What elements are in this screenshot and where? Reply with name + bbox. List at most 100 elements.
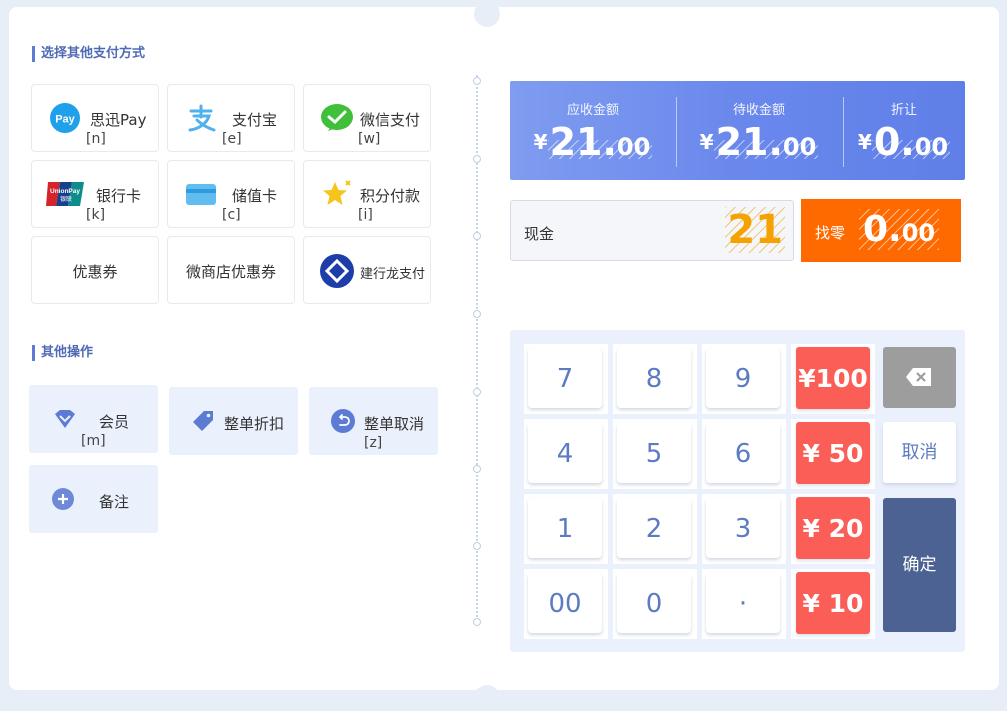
pending-label: 待收金额 [732,103,785,118]
key-00-button[interactable]: 00 [528,573,602,633]
cash-label: 现金 [524,225,555,243]
amount-dec: 00 [914,133,949,161]
points-star-icon [323,180,351,205]
xunpay-icon: Pay [50,103,80,133]
plus-circle-icon [52,488,74,510]
key-cell: 4 [524,419,608,489]
pay-bankcard-button[interactable]: UnionPay 银联 银行卡 [k] [31,160,159,228]
key-4-button[interactable]: 4 [528,423,602,483]
shortcut-key: [z] [364,435,383,451]
member-button[interactable]: 会员 [m] [29,385,158,453]
pay-label: 银行卡 [96,187,142,205]
svg-text:UnionPay: UnionPay [50,188,80,195]
op-label: 备注 [99,493,130,511]
key-cell: 8 [613,344,697,414]
currency-symbol: ¥ [857,130,872,154]
pay-wechat-button[interactable]: 微信支付 [w] [303,84,431,152]
shortcut-key: [c] [222,207,241,223]
key-cell: 7 [524,344,608,414]
pending-value: ¥21.00 [676,120,842,164]
op-label: 整单取消 [364,415,425,433]
op-label: 会员 [99,413,130,431]
change-label: 找零 [815,224,846,242]
pay-coupon-button[interactable]: 优惠券 [31,236,159,304]
pay-label: 微信支付 [360,111,421,129]
pay-storedcard-button[interactable]: 储值卡 [c] [167,160,295,228]
key-cell: 00 [524,569,608,639]
key-6-button[interactable]: 6 [706,423,780,483]
svg-text:银联: 银联 [60,195,72,203]
pay-alipay-button[interactable]: 支付宝 [e] [167,84,295,152]
divider-dot [473,542,481,550]
stored-value-card-icon [186,184,216,205]
pay-ccb-button[interactable]: 建行龙支付 [303,236,431,304]
pay-label: 思迅Pay [90,111,147,129]
key-8-button[interactable]: 8 [617,348,691,408]
confirm-button[interactable]: 确定 [883,498,956,632]
order-cancel-button[interactable]: 整单取消 [z] [309,387,438,455]
pay-points-button[interactable]: 积分付款 [i] [303,160,431,228]
pay-label: 微商店优惠券 [185,263,276,281]
key-9-button[interactable]: 9 [706,348,780,408]
discount-tag-icon [193,411,213,431]
backspace-button[interactable] [883,347,956,408]
divider-dot [473,232,481,240]
key-cell: 5 [613,419,697,489]
cash-input[interactable]: 现金 21 [510,200,794,261]
pay-label: 支付宝 [232,111,278,129]
amount-dec: 00 [901,219,936,247]
divider-dot [473,155,481,163]
pay-microshop-coupon-button[interactable]: 微商店优惠券 [167,236,295,304]
key-7-button[interactable]: 7 [528,348,602,408]
pay-label: 储值卡 [232,187,278,205]
key-cell: 1 [524,494,608,564]
amount-summary: 应收金额 ¥21.00 待收金额 ¥21.00 折让 ¥0.00 [510,81,965,180]
currency-symbol: ¥ [533,130,548,154]
op-label: 整单折扣 [224,415,285,433]
discount-amount: 折让 ¥0.00 [843,81,965,180]
key-cell: 3 [702,494,786,564]
undo-circle-icon [331,409,355,433]
shortcut-key: [k] [86,207,106,223]
currency-symbol: ¥ [699,130,714,154]
pay-methods-title: 选择其他支付方式 [32,46,145,62]
key-cell: 9 [702,344,786,414]
key-dot-button[interactable]: · [706,573,780,633]
discount-label: 折让 [890,103,917,118]
amount-dec: 00 [782,133,817,161]
divider-dot [473,388,481,396]
order-discount-button[interactable]: 整单折扣 [169,387,298,455]
key-2-button[interactable]: 2 [617,498,691,558]
quick-20-button[interactable]: ¥ 20 [796,497,870,559]
receivable-amount: 应收金额 ¥21.00 [510,81,676,180]
divider-dot [473,618,481,626]
amount-int: 0. [873,120,915,164]
pay-label: 优惠券 [72,263,118,281]
quick-100-button[interactable]: ¥100 [796,347,870,409]
key-5-button[interactable]: 5 [617,423,691,483]
alipay-icon [188,104,216,132]
shortcut-key: [n] [86,131,106,147]
shortcut-key: [w] [358,131,381,147]
quick-50-button[interactable]: ¥ 50 [796,422,870,484]
quick-10-button[interactable]: ¥ 10 [796,572,870,634]
key-0-button[interactable]: 0 [617,573,691,633]
shortcut-key: [m] [81,433,106,449]
key-cell: 0 [613,569,697,639]
key-cell: 2 [613,494,697,564]
svg-text:Pay: Pay [55,114,75,126]
backspace-icon [906,368,931,386]
cancel-button[interactable]: 取消 [883,422,956,483]
key-3-button[interactable]: 3 [706,498,780,558]
pay-label: 建行龙支付 [360,267,426,282]
pay-xunpay-button[interactable]: Pay 思迅Pay [n] [31,84,159,152]
key-cell: · [702,569,786,639]
shortcut-key: [e] [222,131,242,147]
remark-button[interactable]: 备注 [29,465,158,533]
discount-value: ¥0.00 [843,120,965,164]
divider-dot [473,465,481,473]
cash-value: 21 [725,207,785,253]
bottom-notch [474,685,500,711]
receivable-label: 应收金额 [566,103,619,118]
key-1-button[interactable]: 1 [528,498,602,558]
